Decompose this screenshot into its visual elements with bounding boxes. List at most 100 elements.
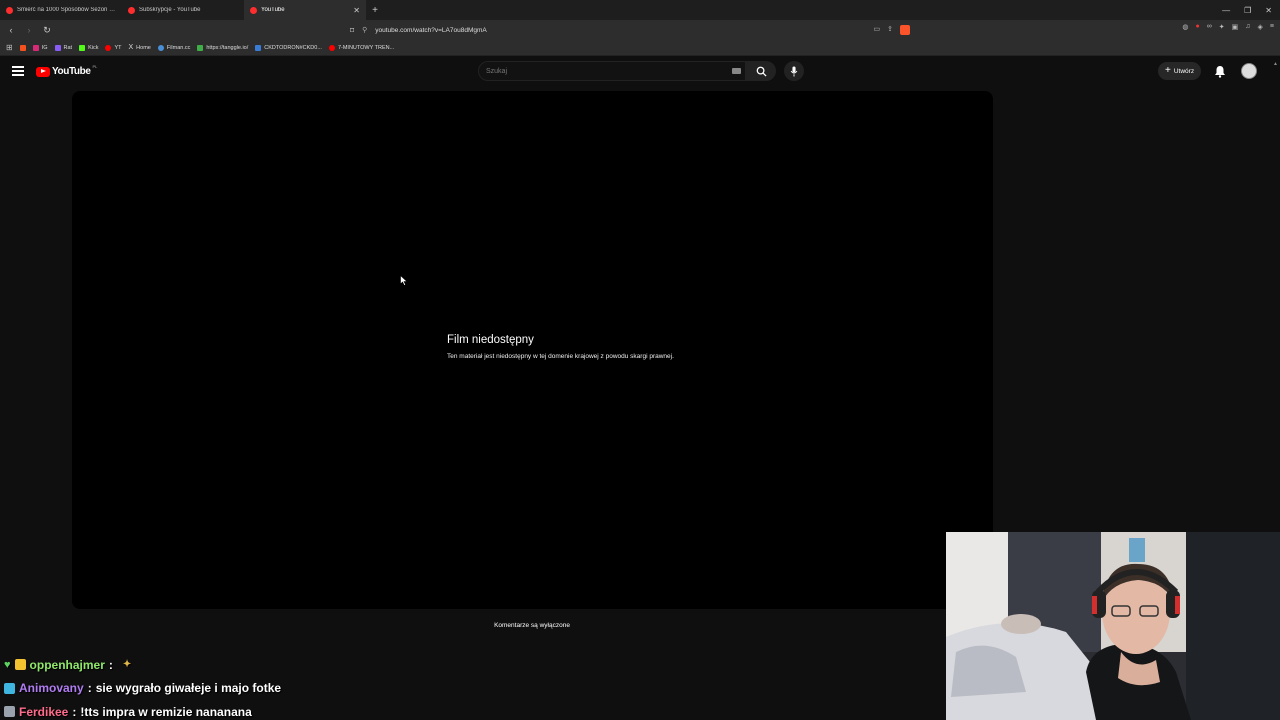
bookmark-item[interactable]: X Home	[129, 44, 151, 51]
window-controls: — ❐ ✕	[1222, 0, 1276, 20]
video-player[interactable]: Film niedostępny Ten materiał jest niedo…	[72, 91, 993, 609]
stream-chat-overlay: ♥ oppenhajmer : ✦ Animovany : sie wygrał…	[4, 653, 281, 720]
close-window-icon[interactable]: ✕	[1265, 6, 1272, 15]
youtube-favicon-icon	[250, 6, 257, 14]
search-button[interactable]	[746, 61, 776, 81]
country-code: PL	[92, 64, 98, 69]
extension-icon[interactable]: ∞	[1207, 23, 1212, 31]
voice-search-button[interactable]	[784, 61, 804, 81]
share-icon[interactable]: ⇪	[887, 25, 893, 35]
webcam-feed-image	[946, 532, 1280, 720]
youtube-favicon-icon	[128, 6, 135, 14]
bookmark-item[interactable]: https://tanggle.io/	[197, 44, 248, 51]
browser-toolbar: ‹ › ↻ ⌑ ⚲ youtube.com/watch?v=LA7ou8dMgm…	[0, 20, 1280, 40]
instagram-icon	[32, 44, 39, 51]
youtube-icon	[105, 44, 112, 51]
youtube-favicon-icon	[6, 6, 13, 14]
sub-badge-icon	[4, 682, 15, 694]
back-icon[interactable]: ‹	[4, 25, 18, 35]
bookmark-item[interactable]: IG	[32, 44, 48, 51]
browser-tab[interactable]: Śmierć na 1000 Sposobów Sezon 2 O	[0, 0, 122, 20]
close-tab-icon[interactable]: ✕	[353, 6, 360, 15]
bookmark-item[interactable]: 7-MINUTOWY TREN...	[328, 44, 394, 51]
brave-shield-icon[interactable]	[900, 25, 910, 35]
webcam-overlay	[946, 532, 1280, 720]
screen: Śmierć na 1000 Sposobów Sezon 2 O Subskr…	[0, 0, 1280, 720]
menu-icon[interactable]	[12, 66, 24, 76]
address-bar[interactable]: ⌑ ⚲ youtube.com/watch?v=LA7ou8dMgmA ▭ ⇪	[350, 22, 910, 38]
chat-text: !tts impra w remizie nananana	[80, 704, 252, 719]
apps-icon[interactable]: ⊞	[6, 43, 13, 52]
youtube-icon	[328, 44, 335, 51]
site-info-icon[interactable]: ⚲	[362, 26, 367, 34]
browser-tab[interactable]: Subskrypcje - YouTube	[122, 0, 244, 20]
mic-icon	[790, 65, 798, 77]
chat-message: Animovany : sie wygrało giwałeje i majo …	[4, 677, 281, 701]
x-icon: X	[128, 44, 134, 51]
browser-tab-active[interactable]: YouTube ✕	[244, 0, 366, 20]
extensions-bar: ◍ ● ∞ ✦ ▣ ♫ ◈ ≡	[1182, 23, 1274, 31]
bookmark-favicon-icon[interactable]	[19, 44, 26, 51]
comments-disabled-notice: Komentarze są wyłączone	[494, 622, 570, 629]
bookmark-item[interactable]: Kick	[79, 44, 98, 51]
crown-badge-icon	[14, 659, 26, 671]
new-tab-button[interactable]: +	[366, 5, 384, 16]
chat-separator: :	[108, 657, 113, 672]
extension-icon[interactable]: ◍	[1182, 23, 1188, 31]
keyboard-icon[interactable]	[732, 68, 741, 74]
unavailable-message: Ten materiał jest niedostępny w tej dome…	[447, 353, 674, 360]
bookmark-item[interactable]: CKDTODRON#CKD0...	[255, 44, 322, 51]
chat-username: Animovany	[19, 681, 84, 696]
chat-message: ♥ oppenhajmer : ✦	[4, 653, 281, 677]
forward-icon[interactable]: ›	[22, 25, 36, 35]
youtube-logo[interactable]: YouTube PL	[36, 64, 98, 77]
search-input[interactable]: Szukaj	[478, 61, 746, 81]
url-text[interactable]: youtube.com/watch?v=LA7ou8dMgmA	[375, 27, 865, 34]
puzzle-icon[interactable]: ✦	[1219, 23, 1225, 31]
address-actions: ▭ ⇪	[874, 25, 910, 35]
emote-icon: ✦	[122, 659, 132, 671]
record-icon[interactable]: ●	[1196, 23, 1200, 31]
heart-badge-icon: ♥	[4, 658, 11, 671]
logo-text: YouTube	[52, 66, 91, 77]
reload-icon[interactable]: ↻	[40, 25, 54, 36]
bookmark-item[interactable]: Rat	[54, 44, 72, 51]
tangle-icon	[197, 44, 204, 51]
chat-separator: :	[72, 704, 77, 719]
rat-icon	[54, 44, 61, 51]
create-button[interactable]: + Utwórz	[1158, 62, 1202, 80]
tab-title: YouTube	[261, 7, 285, 13]
unavailable-title: Film niedostępny	[447, 334, 534, 346]
create-label: Utwórz	[1173, 67, 1195, 75]
minimize-icon[interactable]: —	[1222, 6, 1230, 15]
browser-tab-strip: Śmierć na 1000 Sposobów Sezon 2 O Subskr…	[0, 0, 1280, 20]
filman-icon	[157, 44, 164, 51]
chat-username: Ferdikee	[19, 704, 69, 719]
bell-icon[interactable]	[1214, 65, 1226, 78]
youtube-masthead: YouTube PL Szukaj + Utwórz	[0, 57, 1280, 87]
bookmark-item[interactable]: Filman.cc	[157, 44, 190, 51]
sidebar-icon[interactable]: ▣	[1232, 23, 1239, 31]
tab-title: Śmierć na 1000 Sposobów Sezon 2 O	[17, 7, 116, 13]
bookmarks-bar: ⊞ IG Rat Kick YT X Home Filman.cc https:/…	[0, 40, 1280, 56]
tab-title: Subskrypcje - YouTube	[139, 7, 201, 13]
bookmark-icon[interactable]: ⌑	[350, 26, 354, 35]
cast-icon[interactable]: ▭	[874, 25, 881, 35]
plus-icon: +	[1165, 65, 1171, 76]
sword-badge-icon	[4, 706, 15, 718]
music-icon[interactable]: ♫	[1245, 23, 1250, 31]
browser-menu-icon[interactable]: ≡	[1270, 23, 1274, 31]
avatar[interactable]	[1241, 63, 1257, 79]
chat-message: Ferdikee : !tts impra w remizie nananana	[4, 700, 281, 720]
youtube-play-icon	[36, 66, 50, 77]
restore-icon[interactable]: ❐	[1244, 6, 1251, 15]
mouse-cursor-icon	[400, 275, 408, 286]
scrollbar-arrow-icon[interactable]: ▲	[1273, 61, 1278, 67]
bookmark-favicon-icon	[255, 44, 262, 51]
chat-text: sie wygrało giwałeje i majo fotke	[95, 681, 282, 696]
chat-separator: :	[87, 681, 92, 696]
wallet-icon[interactable]: ◈	[1258, 23, 1263, 31]
kick-icon	[79, 44, 86, 51]
bookmark-item[interactable]: YT	[105, 44, 122, 51]
chat-username: oppenhajmer	[29, 657, 105, 672]
